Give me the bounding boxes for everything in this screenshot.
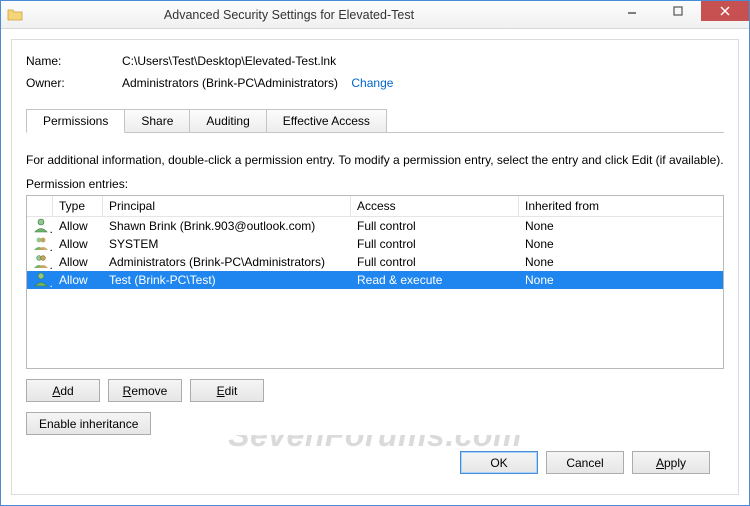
cell-inherited: None [519, 255, 723, 269]
owner-label: Owner: [26, 76, 122, 90]
inner-panel: Name: C:\Users\Test\Desktop\Elevated-Tes… [11, 39, 739, 495]
name-row: Name: C:\Users\Test\Desktop\Elevated-Tes… [26, 54, 724, 68]
window-controls [609, 1, 749, 28]
tabstrip: Permissions Share Auditing Effective Acc… [26, 108, 724, 132]
name-value: C:\Users\Test\Desktop\Elevated-Test.lnk [122, 54, 724, 68]
ok-button[interactable]: OK [460, 451, 538, 474]
tab-permissions[interactable]: Permissions [26, 109, 125, 133]
cell-access: Read & execute [351, 273, 519, 287]
col-inherited[interactable]: Inherited from [519, 196, 723, 216]
remove-button[interactable]: Remove [108, 379, 182, 402]
table-row[interactable]: AllowShawn Brink (Brink.903@outlook.com)… [27, 217, 723, 235]
add-label: Add [52, 384, 73, 398]
cell-type: Allow [53, 255, 103, 269]
hint-text: For additional information, double-click… [26, 153, 724, 167]
apply-label: Apply [656, 456, 686, 470]
col-type[interactable]: Type [53, 196, 103, 216]
grid-header[interactable]: Type Principal Access Inherited from [27, 196, 723, 217]
maximize-button[interactable] [655, 1, 701, 21]
cell-inherited: None [519, 273, 723, 287]
folder-icon [7, 7, 23, 23]
enable-inheritance-button[interactable]: Enable inheritance [26, 412, 151, 435]
owner-row: Owner: Administrators (Brink-PC\Administ… [26, 76, 724, 90]
content-area: Name: C:\Users\Test\Desktop\Elevated-Tes… [1, 29, 749, 505]
close-button[interactable] [701, 1, 749, 21]
add-button[interactable]: Add [26, 379, 100, 402]
cell-type: Allow [53, 237, 103, 251]
edit-button[interactable]: Edit [190, 379, 264, 402]
owner-text: Administrators (Brink-PC\Administrators) [122, 76, 338, 90]
tab-body: For additional information, double-click… [26, 132, 724, 435]
tab-share[interactable]: Share [124, 109, 190, 133]
titlebar[interactable]: Advanced Security Settings for Elevated-… [1, 1, 749, 29]
cell-principal: Administrators (Brink-PC\Administrators) [103, 255, 351, 269]
remove-label: Remove [123, 384, 168, 398]
apply-button[interactable]: Apply [632, 451, 710, 474]
cell-type: Allow [53, 219, 103, 233]
dialog-buttons: OK Cancel Apply [26, 441, 724, 484]
cell-access: Full control [351, 237, 519, 251]
cell-inherited: None [519, 237, 723, 251]
cancel-button[interactable]: Cancel [546, 451, 624, 474]
permissions-grid[interactable]: Type Principal Access Inherited from All… [26, 195, 724, 369]
table-row[interactable]: AllowAdministrators (Brink-PC\Administra… [27, 253, 723, 271]
permission-entries-label: Permission entries: [26, 177, 724, 191]
name-label: Name: [26, 54, 122, 68]
inheritance-row: Enable inheritance [26, 412, 724, 435]
cell-inherited: None [519, 219, 723, 233]
col-principal[interactable]: Principal [103, 196, 351, 216]
principal-icon [27, 217, 53, 236]
change-owner-link[interactable]: Change [351, 76, 393, 90]
table-row[interactable]: AllowTest (Brink-PC\Test)Read & executeN… [27, 271, 723, 289]
cell-principal: Test (Brink-PC\Test) [103, 273, 351, 287]
cell-principal: Shawn Brink (Brink.903@outlook.com) [103, 219, 351, 233]
minimize-button[interactable] [609, 1, 655, 21]
tab-auditing[interactable]: Auditing [189, 109, 266, 133]
cell-access: Full control [351, 255, 519, 269]
grid-body: AllowShawn Brink (Brink.903@outlook.com)… [27, 217, 723, 289]
owner-value: Administrators (Brink-PC\Administrators)… [122, 76, 724, 90]
window-title: Advanced Security Settings for Elevated-… [0, 8, 609, 22]
edit-label: Edit [217, 384, 238, 398]
cell-principal: SYSTEM [103, 237, 351, 251]
principal-icon [27, 271, 53, 290]
principal-icon [27, 253, 53, 272]
row-buttons: Add Remove Edit [26, 379, 724, 402]
col-icon[interactable] [27, 196, 53, 216]
principal-icon [27, 235, 53, 254]
cell-type: Allow [53, 273, 103, 287]
window-frame: Advanced Security Settings for Elevated-… [0, 0, 750, 506]
tab-effective-access[interactable]: Effective Access [266, 109, 387, 133]
col-access[interactable]: Access [351, 196, 519, 216]
table-row[interactable]: AllowSYSTEMFull controlNone [27, 235, 723, 253]
cell-access: Full control [351, 219, 519, 233]
